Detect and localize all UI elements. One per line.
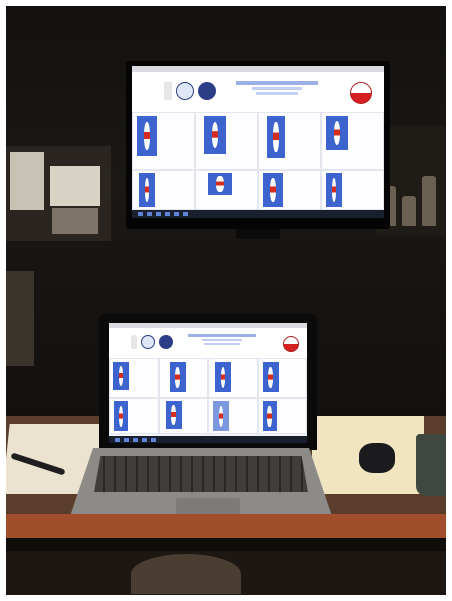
shelf-box <box>52 208 98 234</box>
laptop-lid <box>99 314 317 450</box>
koi-card[interactable] <box>258 170 321 210</box>
taskbar-app-icon[interactable] <box>151 437 156 442</box>
koi-photo-icon <box>213 401 229 431</box>
laptop-keyboard <box>94 456 308 492</box>
header-logos <box>131 335 173 349</box>
koi-photo-icon <box>204 116 226 154</box>
koi-card[interactable] <box>109 358 159 398</box>
shelf-box <box>50 166 100 206</box>
page-headline <box>232 81 322 95</box>
koi-photo-icon <box>263 173 283 207</box>
jar <box>402 196 416 226</box>
tv-stand <box>236 229 280 239</box>
taskbar-app-icon[interactable] <box>156 212 161 216</box>
tv-monitor <box>126 61 390 239</box>
page-header <box>132 72 384 112</box>
koi-photo-icon <box>137 116 157 156</box>
koi-photo-icon <box>208 173 232 195</box>
taskbar-app-icon[interactable] <box>147 212 152 216</box>
table-front-plank <box>6 514 446 538</box>
koi-photo-icon <box>113 362 129 390</box>
red-white-logo-icon <box>350 82 372 104</box>
page-header <box>109 328 307 358</box>
koi-photo-icon <box>215 362 231 392</box>
koi-photo-icon <box>267 116 285 158</box>
left-shelf-lower <box>6 271 34 366</box>
jar <box>422 176 436 226</box>
club-logo-icon <box>176 82 194 100</box>
page-headline <box>184 334 260 345</box>
koi-photo-icon <box>165 401 182 429</box>
koi-photo-icon <box>169 362 186 392</box>
koi-card[interactable] <box>132 112 195 170</box>
header-logos <box>164 82 216 100</box>
koi-card[interactable] <box>195 112 258 170</box>
koi-photo-icon <box>262 401 277 431</box>
koi-card[interactable] <box>321 170 384 210</box>
shelf-box <box>10 152 44 210</box>
koi-card[interactable] <box>208 398 258 434</box>
room-scene <box>6 6 446 595</box>
laptop-screen <box>109 323 307 443</box>
koi-card[interactable] <box>321 112 384 170</box>
photo <box>0 0 452 601</box>
left-shelf <box>6 146 111 241</box>
koi-photo-icon <box>326 173 342 207</box>
koi-card[interactable] <box>158 398 208 434</box>
red-white-logo-icon <box>283 336 299 352</box>
taskbar-app-icon[interactable] <box>142 437 147 442</box>
taskbar-app-icon[interactable] <box>138 212 143 216</box>
taskbar-app-icon[interactable] <box>174 212 179 216</box>
koi-photo-icon <box>262 362 279 392</box>
taskbar-app-icon[interactable] <box>133 437 138 442</box>
taskbar <box>132 210 384 218</box>
flag-icon <box>164 82 172 100</box>
pot <box>131 554 241 594</box>
club-logo-icon <box>159 335 173 349</box>
koi-grid <box>109 358 307 434</box>
koi-grid <box>132 112 384 210</box>
tv-screen <box>132 66 384 218</box>
koi-photo-icon <box>326 116 348 150</box>
flag-icon <box>131 335 137 349</box>
koi-card[interactable] <box>195 170 258 210</box>
computer-mouse <box>359 443 395 473</box>
koi-card[interactable] <box>109 398 159 434</box>
taskbar-app-icon[interactable] <box>183 212 188 216</box>
koi-card[interactable] <box>132 170 195 210</box>
koi-photo-icon <box>114 401 128 431</box>
koi-card[interactable] <box>208 358 258 398</box>
taskbar-app-icon[interactable] <box>124 437 129 442</box>
koi-photo-icon <box>139 173 155 207</box>
taskbar <box>109 436 307 443</box>
koi-card[interactable] <box>257 398 307 434</box>
taskbar-app-icon[interactable] <box>165 212 170 216</box>
koi-card[interactable] <box>257 358 307 398</box>
taskbar-app-icon[interactable] <box>115 437 120 442</box>
club-logo-icon <box>198 82 216 100</box>
koi-card[interactable] <box>158 358 208 398</box>
mug <box>416 434 446 496</box>
club-logo-icon <box>141 335 155 349</box>
koi-card[interactable] <box>258 112 321 170</box>
